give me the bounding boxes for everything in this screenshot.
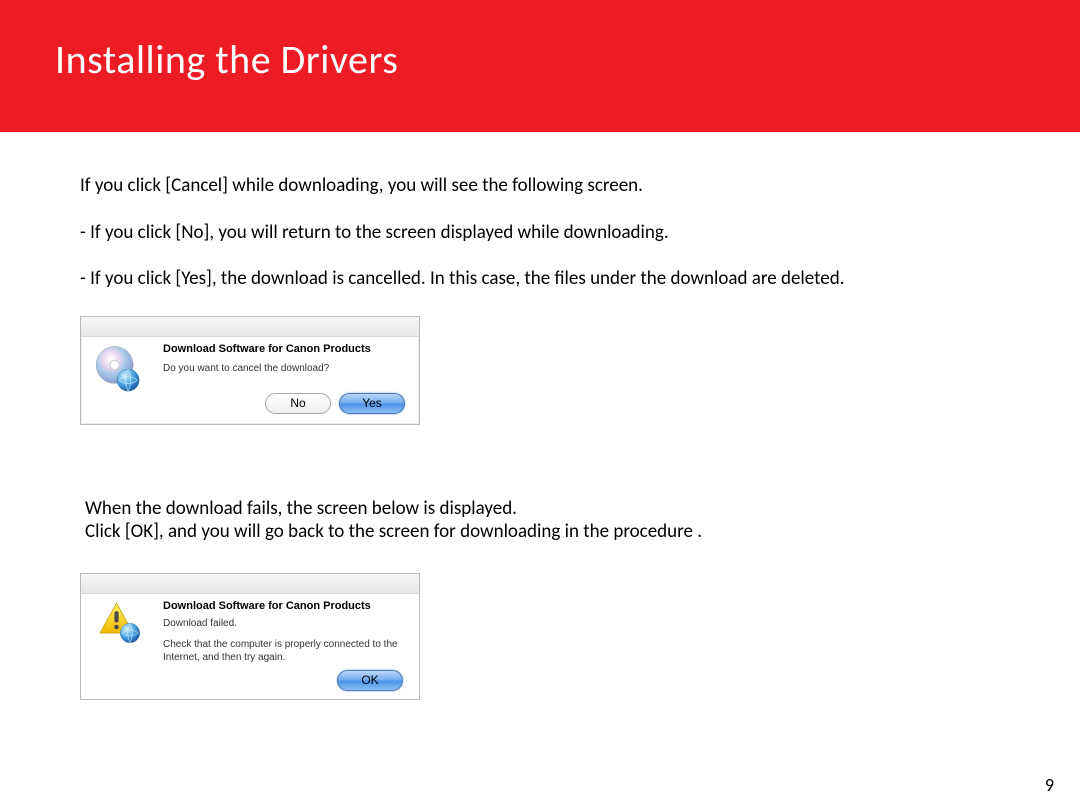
cancel-download-dialog: Download Software for Canon Products Do …	[80, 316, 420, 425]
dialog-title: Download Software for Canon Products	[163, 600, 371, 612]
ok-button[interactable]: OK	[337, 670, 403, 691]
paragraph-ok: Click [OK], and you will go back to the …	[85, 521, 702, 544]
dialog-titlebar	[81, 317, 419, 337]
document-page: Installing the Drivers If you click [Can…	[0, 0, 1080, 810]
yes-button[interactable]: Yes	[339, 393, 405, 414]
dialog-titlebar	[81, 574, 419, 594]
no-button[interactable]: No	[265, 393, 331, 414]
paragraph-intro: If you click [Cancel] while downloading,…	[80, 175, 643, 198]
dialog-advice-line: Check that the computer is properly conn…	[163, 638, 403, 664]
paragraph-no: - If you click [No], you will return to …	[80, 222, 669, 245]
paragraph-yes: - If you click [Yes], the download is ca…	[80, 268, 845, 291]
dialog-message: Do you want to cancel the download?	[163, 363, 329, 374]
download-failed-dialog: Download Software for Canon Products Dow…	[80, 573, 420, 700]
page-number: 9	[1045, 774, 1054, 796]
paragraph-fail-intro: When the download fails, the screen belo…	[85, 498, 517, 521]
page-title: Installing the Drivers	[55, 35, 398, 84]
header-band: Installing the Drivers	[0, 0, 1080, 132]
dialog-fail-line: Download failed.	[163, 618, 237, 629]
warning-globe-icon	[97, 600, 145, 648]
dialog-title: Download Software for Canon Products	[163, 343, 371, 355]
disc-globe-icon	[91, 343, 145, 397]
